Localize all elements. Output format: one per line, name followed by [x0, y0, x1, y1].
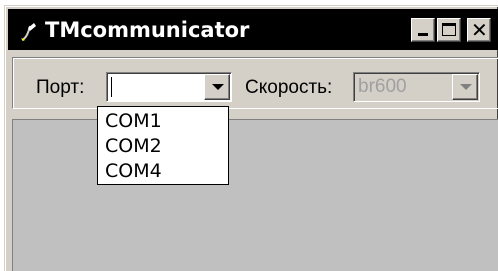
minimize-icon — [418, 33, 428, 36]
client-area — [12, 119, 498, 271]
minimize-button[interactable] — [411, 18, 435, 42]
maximize-button[interactable] — [437, 18, 461, 42]
port-combobox[interactable] — [106, 72, 232, 102]
port-dropdown-list: COM1 COM2 COM4 — [97, 106, 229, 185]
close-icon: ✕ — [471, 18, 488, 42]
speed-combobox[interactable]: br600 — [353, 72, 480, 102]
port-option-com2[interactable]: COM2 — [105, 135, 162, 157]
window-title: TMcommunicator — [45, 18, 250, 42]
settings-toolbar: Порт: Скорость: br600 — [12, 57, 498, 109]
title-bar[interactable]: TMcommunicator ✕ — [8, 9, 498, 50]
chevron-down-icon — [460, 84, 472, 90]
app-icon — [21, 23, 36, 41]
chevron-down-icon — [212, 84, 224, 90]
port-option-com1[interactable]: COM1 — [105, 110, 162, 132]
port-dropdown-button[interactable] — [204, 74, 230, 100]
port-option-com4[interactable]: COM4 — [105, 160, 162, 182]
text-caret — [111, 77, 112, 97]
maximize-icon — [442, 23, 456, 36]
speed-dropdown-button[interactable] — [452, 74, 478, 100]
app-window: TMcommunicator ✕ Порт: Скорость: br600 — [4, 5, 498, 271]
port-label: Порт: — [36, 77, 85, 98]
speed-value: br600 — [358, 76, 407, 97]
close-button[interactable]: ✕ — [467, 18, 491, 42]
speed-label: Скорость: — [245, 77, 333, 98]
